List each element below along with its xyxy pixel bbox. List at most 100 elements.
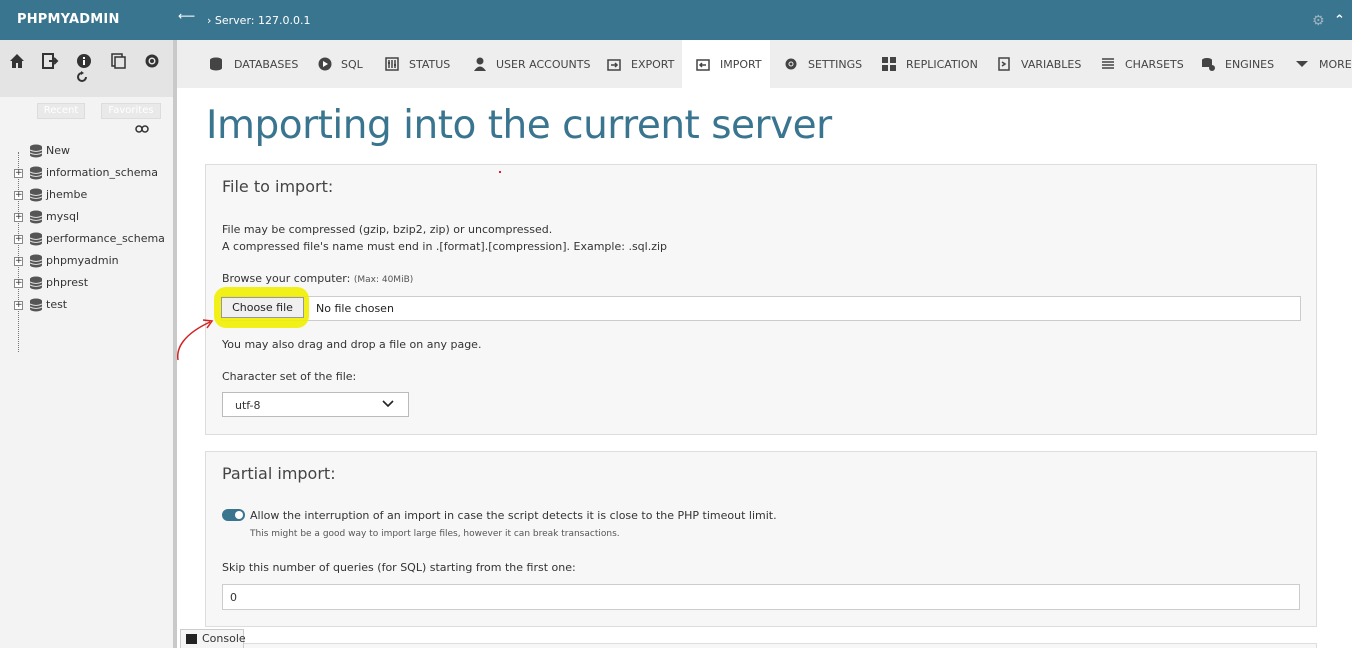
- link-icon[interactable]: [135, 125, 149, 133]
- reload-icon[interactable]: [75, 70, 89, 84]
- charsets-icon: [1102, 58, 1114, 69]
- expand-icon[interactable]: +: [14, 191, 23, 200]
- home-icon[interactable]: [8, 52, 26, 70]
- expand-icon[interactable]: +: [14, 169, 23, 178]
- skip-queries-value: 0: [230, 591, 237, 604]
- allow-interrupt-toggle[interactable]: [222, 509, 245, 521]
- tab-label: STATUS: [409, 58, 451, 71]
- tab-user-accounts[interactable]: USER ACCOUNTS: [473, 40, 603, 88]
- app-brand[interactable]: PHPMYADMIN: [17, 12, 120, 27]
- file-to-import-panel: File to import: File may be compressed (…: [205, 164, 1317, 435]
- tab-label: REPLICATION: [906, 58, 978, 71]
- console-tab[interactable]: Console: [180, 629, 246, 648]
- tab-label: EXPORT: [631, 58, 675, 71]
- database-icon: [29, 166, 43, 180]
- tab-label: MORE: [1319, 58, 1352, 71]
- recent-tables-button[interactable]: Recent: [37, 103, 85, 119]
- tab-settings[interactable]: SETTINGS: [784, 40, 864, 88]
- chevron-down-icon: [382, 400, 394, 408]
- database-icon: [29, 276, 43, 290]
- sql-icon: [318, 57, 332, 71]
- breadcrumb-server[interactable]: › Server: 127.0.0.1: [207, 14, 310, 27]
- tab-label: IMPORT: [720, 58, 762, 71]
- console-icon: [186, 634, 197, 644]
- variables-icon: [998, 57, 1010, 71]
- charset-value: utf-8: [235, 399, 261, 412]
- database-icon: [210, 57, 222, 71]
- server-tabs: DATABASES SQL STATUS USER ACCOUNTS EXPOR…: [177, 40, 1352, 88]
- compression-note-2: A compressed file's name must end in .[f…: [222, 240, 668, 253]
- allow-interrupt-label[interactable]: Allow the interruption of an import in c…: [250, 509, 777, 522]
- expand-icon[interactable]: +: [14, 235, 23, 244]
- expand-icon[interactable]: +: [14, 257, 23, 266]
- file-panel-heading: File to import:: [222, 177, 334, 196]
- console-label: Console: [202, 632, 246, 645]
- browse-label-text: Browse your computer:: [222, 272, 351, 285]
- top-bar: PHPMYADMIN ⟵ › Server: 127.0.0.1 ⚙ ⌃: [0, 0, 1352, 40]
- expand-icon[interactable]: +: [14, 301, 23, 310]
- logout-icon[interactable]: [41, 52, 59, 70]
- database-icon: [29, 254, 43, 268]
- gear-icon: [785, 58, 797, 70]
- skip-queries-input[interactable]: 0: [222, 584, 1300, 610]
- favorite-tables-button[interactable]: Favorites: [101, 103, 161, 119]
- tab-export[interactable]: EXPORT: [607, 40, 682, 88]
- tab-label: SETTINGS: [808, 58, 863, 71]
- arrow-annotation: [176, 319, 214, 361]
- database-icon: [29, 210, 43, 224]
- tab-variables[interactable]: VARIABLES: [997, 40, 1087, 88]
- database-icon: [29, 298, 43, 312]
- tab-sql[interactable]: SQL: [318, 40, 373, 88]
- db-name[interactable]: phprest: [46, 276, 88, 289]
- annotation-dot: [499, 171, 501, 173]
- import-icon: [696, 59, 710, 71]
- user-icon: [474, 57, 486, 71]
- expand-icon[interactable]: +: [14, 213, 23, 222]
- tab-more[interactable]: MORE: [1295, 40, 1352, 88]
- charset-select[interactable]: utf-8: [222, 392, 409, 417]
- db-name[interactable]: New: [46, 144, 70, 157]
- database-icon: [29, 188, 43, 202]
- drag-drop-note: You may also drag and drop a file on any…: [222, 338, 482, 351]
- choose-file-button[interactable]: Choose file: [221, 297, 304, 318]
- tab-engines[interactable]: ENGINES: [1201, 40, 1281, 88]
- export-icon: [607, 59, 621, 71]
- engines-icon: [1202, 58, 1215, 71]
- db-name[interactable]: phpmyadmin: [46, 254, 119, 267]
- skip-queries-label: Skip this number of queries (for SQL) st…: [222, 561, 576, 574]
- info-icon[interactable]: [75, 52, 93, 70]
- tab-label: SQL: [341, 58, 363, 71]
- settings-icon[interactable]: [143, 52, 161, 70]
- tab-label: VARIABLES: [1021, 58, 1082, 71]
- compression-note-1: File may be compressed (gzip, bzip2, zip…: [222, 223, 553, 236]
- allow-interrupt-hint: This might be a good way to import large…: [250, 529, 620, 539]
- tab-import[interactable]: IMPORT: [682, 40, 770, 88]
- db-name[interactable]: jhembe: [46, 188, 87, 201]
- collapse-sidebar-icon[interactable]: ⟵: [178, 9, 195, 23]
- tab-label: ENGINES: [1225, 58, 1275, 71]
- tab-label: CHARSETS: [1125, 58, 1184, 71]
- tab-charsets[interactable]: CHARSETS: [1101, 40, 1186, 88]
- page-title: Importing into the current server: [206, 103, 832, 148]
- tab-status[interactable]: STATUS: [385, 40, 465, 88]
- tree-connector: [18, 152, 19, 352]
- tab-databases[interactable]: DATABASES: [209, 40, 309, 88]
- expand-icon[interactable]: +: [14, 279, 23, 288]
- no-file-text: No file chosen: [316, 302, 394, 315]
- charset-label: Character set of the file:: [222, 370, 357, 383]
- db-name[interactable]: information_schema: [46, 166, 158, 179]
- db-name[interactable]: performance_schema: [46, 232, 165, 245]
- partial-panel-heading: Partial import:: [222, 464, 336, 483]
- status-icon: [385, 57, 399, 71]
- tab-replication[interactable]: REPLICATION: [882, 40, 982, 88]
- docs-icon[interactable]: [109, 52, 127, 70]
- next-panel-edge: [205, 643, 1317, 648]
- tab-label: DATABASES: [234, 58, 299, 71]
- db-name[interactable]: mysql: [46, 210, 79, 223]
- partial-import-panel: Partial import: Allow the interruption o…: [205, 451, 1317, 627]
- collapse-top-icon[interactable]: ⌃: [1334, 13, 1345, 28]
- tab-label: USER ACCOUNTS: [496, 58, 591, 71]
- gear-icon[interactable]: ⚙: [1312, 13, 1325, 29]
- db-name[interactable]: test: [46, 298, 67, 311]
- database-icon: [29, 232, 43, 246]
